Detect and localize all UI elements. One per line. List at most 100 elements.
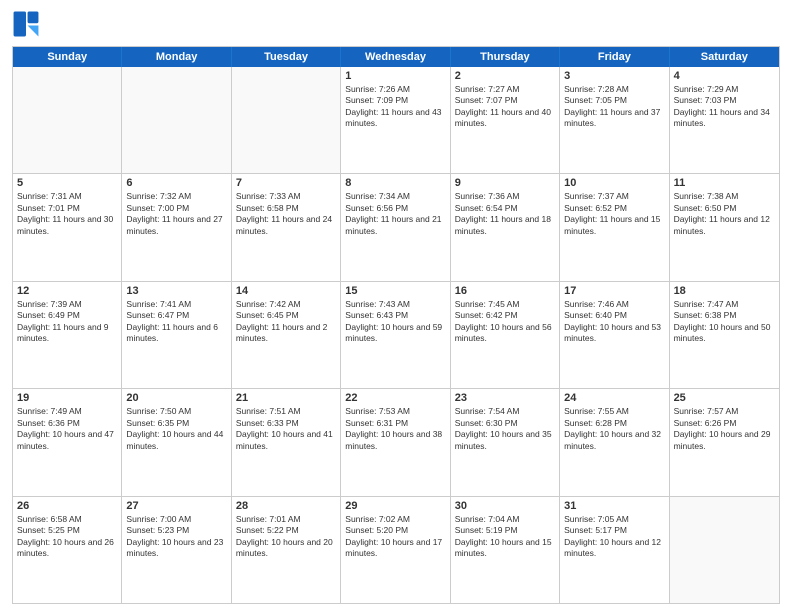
day-header-wednesday: Wednesday (341, 47, 450, 67)
day-cell: 17Sunrise: 7:46 AMSunset: 6:40 PMDayligh… (560, 282, 669, 388)
week-row-2: 5 Sunrise: 7:31 AMSunset: 7:01 PMDaylight… (13, 173, 779, 280)
day-number: 24 (564, 392, 664, 404)
day-info: Sunrise: 7:36 AMSunset: 6:54 PMDaylight:… (455, 191, 555, 237)
day-info: Sunrise: 7:00 AMSunset: 5:23 PMDaylight:… (126, 514, 226, 560)
day-number: 29 (345, 500, 445, 512)
day-cell: 27 Sunrise: 7:00 AMSunset: 5:23 PMDayligh… (122, 497, 231, 603)
day-info: Sunrise: 7:41 AMSunset: 6:47 PMDaylight:… (126, 299, 226, 345)
day-info: Sunrise: 7:45 AMSunset: 6:42 PMDaylight:… (455, 299, 555, 345)
week-row-1: 1 Sunrise: 7:26 AMSunset: 7:09 PMDaylight… (13, 67, 779, 173)
day-info: Sunrise: 7:53 AMSunset: 6:31 PMDaylight:… (345, 406, 445, 452)
weeks: 1 Sunrise: 7:26 AMSunset: 7:09 PMDaylight… (13, 67, 779, 603)
day-info: Sunrise: 7:37 AMSunset: 6:52 PMDaylight:… (564, 191, 664, 237)
day-info: Sunrise: 7:28 AMSunset: 7:05 PMDaylight:… (564, 84, 664, 130)
day-info: Sunrise: 6:58 AMSunset: 5:25 PMDaylight:… (17, 514, 117, 560)
day-info: Sunrise: 7:54 AMSunset: 6:30 PMDaylight:… (455, 406, 555, 452)
day-cell: 7 Sunrise: 7:33 AMSunset: 6:58 PMDaylight… (232, 174, 341, 280)
logo (12, 10, 44, 38)
calendar-page: SundayMondayTuesdayWednesdayThursdayFrid… (0, 0, 792, 612)
day-cell: 2 Sunrise: 7:27 AMSunset: 7:07 PMDaylight… (451, 67, 560, 173)
day-info: Sunrise: 7:31 AMSunset: 7:01 PMDaylight:… (17, 191, 117, 237)
day-header-tuesday: Tuesday (232, 47, 341, 67)
day-number: 18 (674, 285, 775, 297)
day-number: 22 (345, 392, 445, 404)
day-info: Sunrise: 7:50 AMSunset: 6:35 PMDaylight:… (126, 406, 226, 452)
day-number: 7 (236, 177, 336, 189)
day-number: 2 (455, 70, 555, 82)
day-info: Sunrise: 7:32 AMSunset: 7:00 PMDaylight:… (126, 191, 226, 237)
header (12, 10, 780, 38)
week-row-3: 12Sunrise: 7:39 AMSunset: 6:49 PMDayligh… (13, 281, 779, 388)
day-info: Sunrise: 7:55 AMSunset: 6:28 PMDaylight:… (564, 406, 664, 452)
day-info: Sunrise: 7:57 AMSunset: 6:26 PMDaylight:… (674, 406, 775, 452)
day-number: 5 (17, 177, 117, 189)
day-header-friday: Friday (560, 47, 669, 67)
day-cell: 1 Sunrise: 7:26 AMSunset: 7:09 PMDaylight… (341, 67, 450, 173)
day-number: 10 (564, 177, 664, 189)
week-row-5: 26 Sunrise: 6:58 AMSunset: 5:25 PMDayligh… (13, 496, 779, 603)
day-number: 6 (126, 177, 226, 189)
day-info: Sunrise: 7:39 AMSunset: 6:49 PMDaylight:… (17, 299, 117, 345)
day-info: Sunrise: 7:42 AMSunset: 6:45 PMDaylight:… (236, 299, 336, 345)
calendar: SundayMondayTuesdayWednesdayThursdayFrid… (12, 46, 780, 604)
day-cell (13, 67, 122, 173)
day-cell: 23 Sunrise: 7:54 AMSunset: 6:30 PMDayligh… (451, 389, 560, 495)
day-cell: 12Sunrise: 7:39 AMSunset: 6:49 PMDayligh… (13, 282, 122, 388)
day-info: Sunrise: 7:33 AMSunset: 6:58 PMDaylight:… (236, 191, 336, 237)
day-info: Sunrise: 7:05 AMSunset: 5:17 PMDaylight:… (564, 514, 664, 560)
day-cell: 5 Sunrise: 7:31 AMSunset: 7:01 PMDaylight… (13, 174, 122, 280)
day-number: 28 (236, 500, 336, 512)
day-number: 11 (674, 177, 775, 189)
day-number: 21 (236, 392, 336, 404)
day-info: Sunrise: 7:49 AMSunset: 6:36 PMDaylight:… (17, 406, 117, 452)
day-number: 13 (126, 285, 226, 297)
week-row-4: 19 Sunrise: 7:49 AMSunset: 6:36 PMDayligh… (13, 388, 779, 495)
day-number: 30 (455, 500, 555, 512)
day-cell: 21 Sunrise: 7:51 AMSunset: 6:33 PMDayligh… (232, 389, 341, 495)
day-info: Sunrise: 7:51 AMSunset: 6:33 PMDaylight:… (236, 406, 336, 452)
day-number: 23 (455, 392, 555, 404)
day-cell (670, 497, 779, 603)
day-cell: 28 Sunrise: 7:01 AMSunset: 5:22 PMDayligh… (232, 497, 341, 603)
day-header-thursday: Thursday (451, 47, 560, 67)
day-info: Sunrise: 7:34 AMSunset: 6:56 PMDaylight:… (345, 191, 445, 237)
day-cell: 29 Sunrise: 7:02 AMSunset: 5:20 PMDayligh… (341, 497, 450, 603)
day-cell: 14 Sunrise: 7:42 AMSunset: 6:45 PMDayligh… (232, 282, 341, 388)
day-cell: 18Sunrise: 7:47 AMSunset: 6:38 PMDayligh… (670, 282, 779, 388)
day-header-monday: Monday (122, 47, 231, 67)
day-cell: 20 Sunrise: 7:50 AMSunset: 6:35 PMDayligh… (122, 389, 231, 495)
day-number: 20 (126, 392, 226, 404)
day-cell: 15Sunrise: 7:43 AMSunset: 6:43 PMDayligh… (341, 282, 450, 388)
day-number: 27 (126, 500, 226, 512)
day-cell: 11 Sunrise: 7:38 AMSunset: 6:50 PMDayligh… (670, 174, 779, 280)
day-number: 4 (674, 70, 775, 82)
day-number: 9 (455, 177, 555, 189)
day-info: Sunrise: 7:26 AMSunset: 7:09 PMDaylight:… (345, 84, 445, 130)
day-info: Sunrise: 7:02 AMSunset: 5:20 PMDaylight:… (345, 514, 445, 560)
day-number: 1 (345, 70, 445, 82)
day-cell: 31Sunrise: 7:05 AMSunset: 5:17 PMDayligh… (560, 497, 669, 603)
day-cell: 25Sunrise: 7:57 AMSunset: 6:26 PMDayligh… (670, 389, 779, 495)
day-info: Sunrise: 7:04 AMSunset: 5:19 PMDaylight:… (455, 514, 555, 560)
day-cell: 6 Sunrise: 7:32 AMSunset: 7:00 PMDaylight… (122, 174, 231, 280)
day-headers: SundayMondayTuesdayWednesdayThursdayFrid… (13, 47, 779, 67)
day-cell: 9 Sunrise: 7:36 AMSunset: 6:54 PMDaylight… (451, 174, 560, 280)
day-info: Sunrise: 7:43 AMSunset: 6:43 PMDaylight:… (345, 299, 445, 345)
day-header-saturday: Saturday (670, 47, 779, 67)
day-number: 14 (236, 285, 336, 297)
day-number: 26 (17, 500, 117, 512)
day-cell (232, 67, 341, 173)
day-cell: 8 Sunrise: 7:34 AMSunset: 6:56 PMDaylight… (341, 174, 450, 280)
day-number: 17 (564, 285, 664, 297)
day-cell: 3Sunrise: 7:28 AMSunset: 7:05 PMDaylight… (560, 67, 669, 173)
day-number: 19 (17, 392, 117, 404)
day-info: Sunrise: 7:01 AMSunset: 5:22 PMDaylight:… (236, 514, 336, 560)
day-cell: 19 Sunrise: 7:49 AMSunset: 6:36 PMDayligh… (13, 389, 122, 495)
day-cell: 4Sunrise: 7:29 AMSunset: 7:03 PMDaylight… (670, 67, 779, 173)
day-info: Sunrise: 7:38 AMSunset: 6:50 PMDaylight:… (674, 191, 775, 237)
day-cell: 26 Sunrise: 6:58 AMSunset: 5:25 PMDayligh… (13, 497, 122, 603)
day-number: 16 (455, 285, 555, 297)
day-number: 8 (345, 177, 445, 189)
day-cell: 13 Sunrise: 7:41 AMSunset: 6:47 PMDayligh… (122, 282, 231, 388)
day-info: Sunrise: 7:27 AMSunset: 7:07 PMDaylight:… (455, 84, 555, 130)
